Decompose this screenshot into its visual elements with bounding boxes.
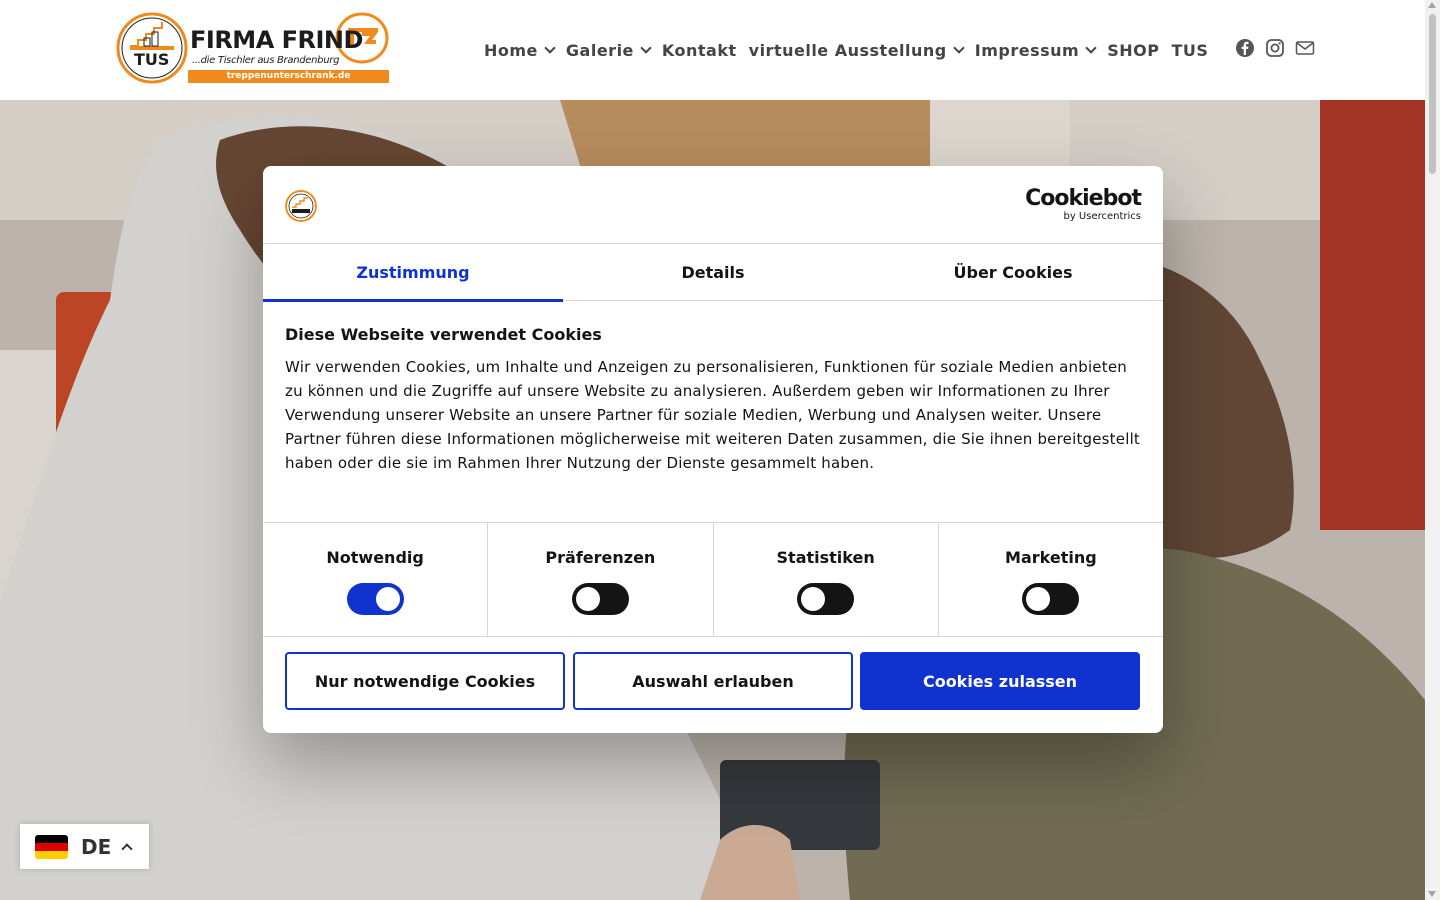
- cookiebot-brand-name: Cookiebot: [1025, 186, 1142, 211]
- cookie-dialog-text: Wir verwenden Cookies, um Inhalte und An…: [285, 358, 1141, 472]
- nav-item-virtuelle-ausstellung[interactable]: virtuelle Ausstellung: [743, 36, 969, 64]
- cookie-dialog-tabs: Zustimmung Details Über Cookies: [263, 244, 1163, 302]
- cookiebot-brand[interactable]: Cookiebot by Usercentrics: [1025, 186, 1142, 223]
- category-notwendig: Notwendig: [263, 523, 489, 636]
- necessary-only-button[interactable]: Nur notwendige Cookies: [285, 652, 565, 710]
- cookie-dialog-header: Cookiebot by Usercentrics: [263, 166, 1163, 244]
- cookiebot-brand-sub: by Usercentrics: [1063, 211, 1141, 222]
- chevron-down-icon: [640, 41, 652, 54]
- main-nav: Home Galerie Kontakt virtuelle Ausstellu…: [478, 36, 1214, 64]
- nav-item-label: Galerie: [565, 40, 634, 60]
- logo-title: FIRMA FRIND: [190, 26, 363, 54]
- scroll-down-arrow-icon[interactable]: [1428, 891, 1436, 897]
- toggle-statistiken[interactable]: [797, 583, 855, 615]
- logo-tagline: ...die Tischler aus Brandenburg: [192, 55, 340, 66]
- page-scrollbar[interactable]: [1425, 0, 1440, 900]
- nav-item-label: SHOP: [1107, 40, 1160, 60]
- toggle-knob: [375, 587, 400, 611]
- category-label: Notwendig: [326, 548, 424, 567]
- tab-details[interactable]: Details: [563, 244, 863, 301]
- social-links: [1234, 36, 1316, 60]
- language-switcher[interactable]: DE: [20, 824, 149, 869]
- toggle-praeferenzen[interactable]: [571, 583, 629, 615]
- cookie-category-toggles: Notwendig Präferenzen Statistiken Market…: [263, 522, 1163, 637]
- logo-badge: TUS: [134, 50, 170, 69]
- category-praeferenzen: Präferenzen: [488, 523, 714, 636]
- nav-item-impressum[interactable]: Impressum: [969, 36, 1101, 64]
- logo-url: treppenunterschrank.de: [226, 71, 351, 81]
- german-flag-icon: [35, 834, 68, 859]
- site-logo[interactable]: TUS FIRMA FRIND ...die Tischler aus Bran…: [116, 12, 390, 84]
- category-label: Präferenzen: [545, 548, 656, 567]
- nav-item-kontakt[interactable]: Kontakt: [656, 36, 743, 64]
- nav-item-label: TUS: [1171, 40, 1209, 60]
- scroll-up-arrow-icon[interactable]: [1428, 2, 1436, 8]
- category-statistiken: Statistiken: [714, 523, 939, 636]
- nav-item-label: Kontakt: [661, 40, 737, 60]
- tab-zustimmung[interactable]: Zustimmung: [263, 244, 563, 302]
- mail-icon[interactable]: [1294, 37, 1316, 59]
- cookie-dialog-title: Diese Webseite verwendet Cookies: [285, 325, 602, 344]
- nav-item-tus[interactable]: TUS: [1165, 36, 1214, 64]
- site-header: TUS FIRMA FRIND ...die Tischler aus Bran…: [0, 0, 1425, 100]
- chevron-down-icon: [953, 41, 965, 54]
- nav-item-label: virtuelle Ausstellung: [748, 40, 947, 60]
- category-label: Statistiken: [776, 548, 875, 567]
- instagram-icon[interactable]: [1264, 37, 1286, 59]
- chevron-up-icon: [121, 842, 133, 855]
- allow-all-cookies-button[interactable]: Cookies zulassen: [860, 652, 1140, 710]
- tab-ueber-cookies[interactable]: Über Cookies: [863, 244, 1163, 301]
- category-marketing: Marketing: [939, 523, 1163, 636]
- nav-item-label: Home: [484, 40, 538, 60]
- toggle-knob: [1026, 587, 1051, 611]
- nav-item-home[interactable]: Home: [478, 36, 560, 64]
- category-label: Marketing: [1005, 548, 1097, 567]
- toggle-knob: [801, 587, 826, 611]
- nav-item-shop[interactable]: SHOP: [1101, 36, 1165, 64]
- scroll-thumb[interactable]: [1429, 14, 1436, 174]
- nav-item-galerie[interactable]: Galerie: [560, 36, 656, 64]
- site-logo-small-icon: [285, 190, 317, 222]
- facebook-icon[interactable]: [1234, 37, 1256, 59]
- allow-selection-button[interactable]: Auswahl erlauben: [573, 652, 853, 710]
- cookie-consent-dialog: Cookiebot by Usercentrics Zustimmung Det…: [263, 166, 1163, 733]
- language-code: DE: [81, 834, 112, 859]
- toggle-knob: [575, 587, 600, 611]
- nav-item-label: Impressum: [974, 40, 1080, 60]
- toggle-marketing[interactable]: [1022, 583, 1080, 615]
- chevron-down-icon: [1085, 41, 1097, 54]
- toggle-notwendig[interactable]: [346, 583, 404, 615]
- chevron-down-icon: [544, 41, 556, 54]
